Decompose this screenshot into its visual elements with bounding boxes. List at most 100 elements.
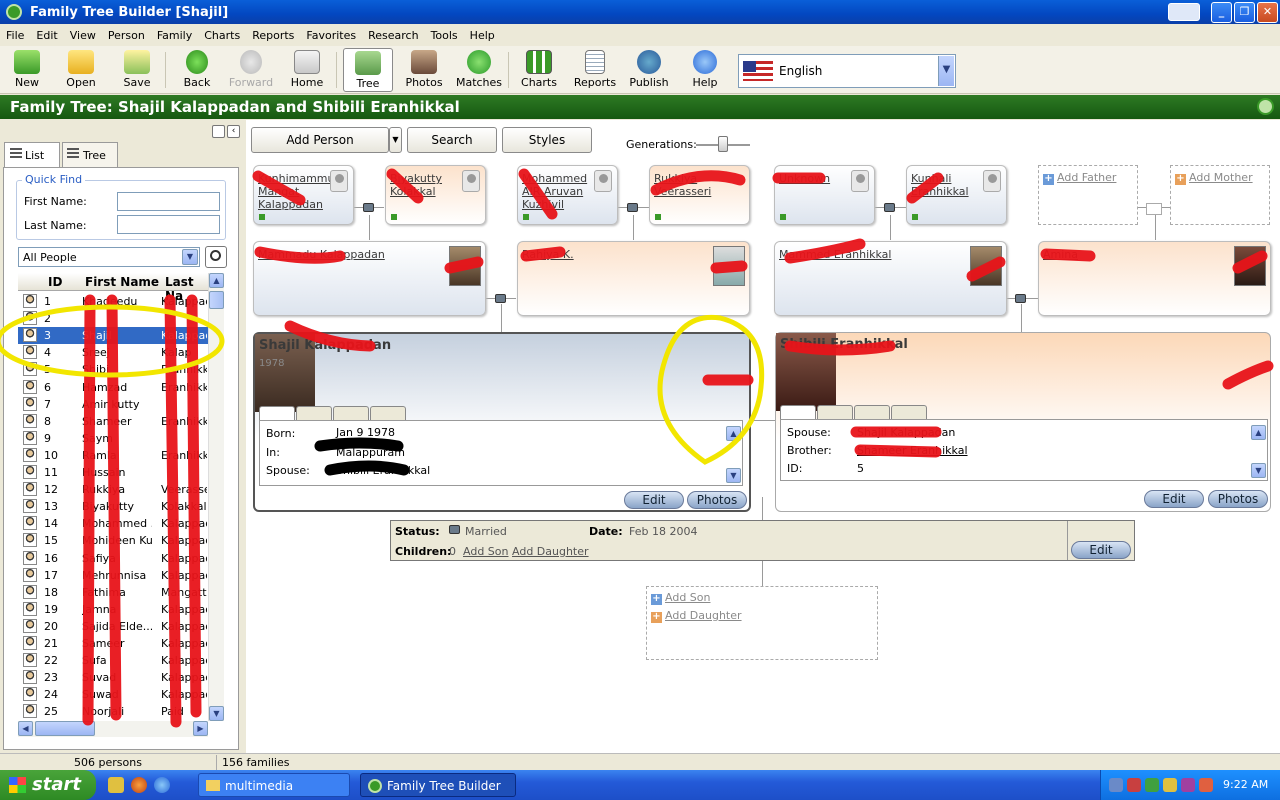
list-item[interactable]: 23SuvadKalappad (18, 669, 208, 686)
add-daughter-link[interactable]: Add Daughter (512, 545, 589, 558)
reports-button[interactable]: Reports (570, 48, 620, 92)
tray-icon[interactable] (1181, 778, 1195, 792)
tray-icon[interactable] (1145, 778, 1159, 792)
marriage-icon[interactable] (363, 203, 374, 212)
collapse-panel-icon[interactable]: ‹ (227, 125, 240, 138)
new-button[interactable]: New (2, 48, 52, 92)
tab-info-icon[interactable] (780, 405, 816, 419)
last-name-input[interactable] (117, 215, 220, 234)
home-button[interactable]: Home (282, 48, 332, 92)
open-button[interactable]: Open (56, 48, 106, 92)
add-son-link[interactable]: Add Son (651, 591, 710, 605)
add-person-button[interactable]: Add Person (251, 127, 389, 153)
list-vertical-scrollbar[interactable]: ▲ ▼ (208, 273, 224, 721)
list-item[interactable]: 24SuwadKalappad (18, 686, 208, 703)
menu-person[interactable]: Person (102, 29, 151, 42)
add-children-slot[interactable]: Add Son Add Daughter (646, 586, 878, 660)
back-button[interactable]: Back (172, 48, 222, 92)
tree-button[interactable]: Tree (343, 48, 393, 92)
mother-card[interactable]: Amina (1038, 241, 1271, 316)
list-item[interactable]: 6HamzadEranhikka (18, 379, 208, 396)
task-multimedia[interactable]: multimedia (198, 773, 350, 797)
menu-help[interactable]: Help (464, 29, 501, 42)
menu-favorites[interactable]: Favorites (300, 29, 362, 42)
add-son-link[interactable]: Add Son (463, 545, 508, 558)
tab-family-icon[interactable] (333, 406, 369, 420)
grandparent-card[interactable]: Unknown (774, 165, 875, 225)
add-mother-link[interactable]: Add Mother (1175, 171, 1253, 185)
window-title-bar[interactable]: Family Tree Builder [Shajil] (0, 0, 1280, 24)
focus-person-name[interactable]: Shajil Kalappadan (259, 338, 391, 353)
add-father-slot[interactable]: Add Father (1038, 165, 1138, 225)
menu-charts[interactable]: Charts (198, 29, 246, 42)
marriage-icon[interactable] (884, 203, 895, 212)
scroll-thumb[interactable] (209, 291, 224, 309)
generations-slider-thumb[interactable] (718, 136, 728, 152)
menu-research[interactable]: Research (362, 29, 424, 42)
photos-button[interactable]: Photos (399, 48, 449, 92)
list-item[interactable]: 3ShajilKalappad (18, 327, 208, 345)
list-item[interactable]: 13 Biyakutty Kolakkal (18, 498, 208, 515)
hscroll-thumb[interactable] (35, 721, 95, 736)
keyboard-icon[interactable] (1168, 3, 1200, 21)
list-item[interactable]: 8ShameerEranhikka (18, 413, 208, 430)
menu-file[interactable]: File (0, 29, 30, 42)
tray-icon[interactable] (1199, 778, 1213, 792)
menu-family[interactable]: Family (151, 29, 198, 42)
father-card[interactable]: Mammadu Kalappadan (253, 241, 486, 316)
list-item[interactable]: 20Sajida Elde...Kalappad (18, 618, 208, 635)
minimize-button[interactable]: _ (1211, 2, 1232, 23)
list-item[interactable]: 16SafiyaKalappad (18, 550, 208, 567)
list-item[interactable]: 5ShibiEranhikka (18, 361, 208, 378)
styles-button[interactable]: Styles (502, 127, 592, 153)
person-photo[interactable] (970, 246, 1002, 286)
mother-card[interactable]: Rahiya K. (517, 241, 750, 316)
site-icon[interactable] (1257, 98, 1274, 115)
close-button[interactable]: ✕ (1257, 2, 1278, 23)
list-item[interactable]: 10RamlaEranhikka (18, 447, 208, 464)
add-daughter-link[interactable]: Add Daughter (651, 609, 742, 623)
list-item[interactable]: 15Mohideen KuttyKalappad (18, 532, 208, 549)
edit-marriage-button[interactable]: Edit (1071, 541, 1131, 559)
scroll-right-icon[interactable]: ▶ (193, 721, 208, 736)
scroll-left-icon[interactable]: ◀ (18, 721, 33, 736)
list-item[interactable]: 22SufaKalappad (18, 652, 208, 669)
start-button[interactable]: start (0, 770, 96, 800)
tray-icon[interactable] (1127, 778, 1141, 792)
tab-events-icon[interactable] (296, 406, 332, 420)
language-select[interactable]: English ▼ (738, 54, 956, 88)
spouse-card[interactable]: Shibili Eranhikkal Spouse: Shajil Kalapp… (775, 332, 1271, 512)
add-person-dropdown[interactable]: ▼ (389, 127, 402, 153)
spouse-photos-button[interactable]: Photos (1208, 490, 1268, 508)
focus-person-card[interactable]: Shajil Kalappadan 1978 Born: Jan 9 1978 … (253, 332, 751, 512)
list-item[interactable]: 18 Fathima Mangatt (18, 584, 208, 601)
search-people-button[interactable] (205, 246, 227, 268)
scroll-down-icon[interactable]: ▼ (209, 706, 224, 721)
tab-events-icon[interactable] (817, 405, 853, 419)
grandparent-card[interactable]: Rukkiya Veerasseri (649, 165, 750, 225)
spouse-name[interactable]: Shibili Eranhikkal (780, 337, 908, 352)
save-button[interactable]: Save (112, 48, 162, 92)
col-id[interactable]: ID (48, 275, 62, 289)
list-item[interactable]: 1KhadeeduKalappad (18, 293, 208, 310)
father-card[interactable]: Mammed Eranhikkal (774, 241, 1007, 316)
person-photo[interactable] (449, 246, 481, 286)
menu-view[interactable]: View (64, 29, 102, 42)
list-item[interactable]: 14Mohammed ...Kalappad (18, 515, 208, 532)
publish-button[interactable]: Publish (624, 48, 674, 92)
menu-reports[interactable]: Reports (246, 29, 300, 42)
grandparent-card[interactable]: Kunhimammu Mangat Kalappadan (253, 165, 354, 225)
forward-button[interactable]: Forward (226, 48, 276, 92)
list-item[interactable]: 25 Noorjali Paid (18, 703, 208, 720)
list-item[interactable]: 12RukkiyaVeerasseri (18, 481, 208, 498)
pin-icon[interactable] (212, 125, 225, 138)
quicklaunch-icon[interactable] (108, 777, 124, 793)
edit-husband-button[interactable]: Edit (624, 491, 684, 509)
tab-photos-icon[interactable] (370, 406, 406, 420)
first-name-input[interactable] (117, 192, 220, 211)
husband-photos-button[interactable]: Photos (687, 491, 747, 509)
matches-button[interactable]: Matches (454, 48, 504, 92)
help-button[interactable]: Help (680, 48, 730, 92)
task-family-tree-builder[interactable]: Family Tree Builder (360, 773, 516, 797)
scroll-down-icon[interactable]: ▼ (726, 468, 741, 483)
